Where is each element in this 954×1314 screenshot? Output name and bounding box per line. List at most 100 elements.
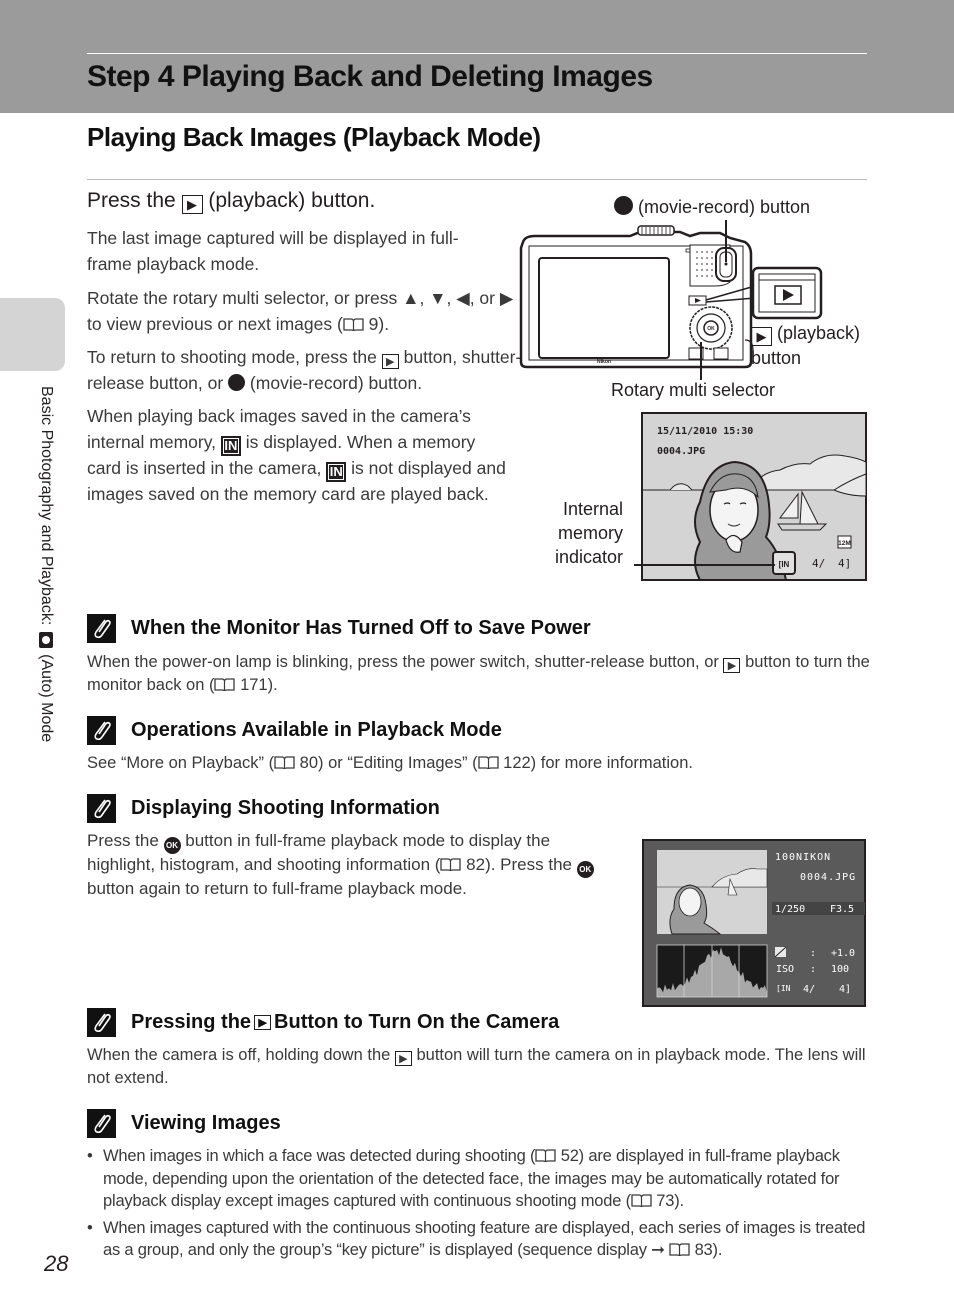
note-paperclip-icon: [87, 1109, 116, 1138]
playback-icon: ▶: [723, 658, 741, 673]
svg-text::: :: [810, 964, 816, 975]
movie-record-icon: [614, 196, 633, 215]
section-title: Playing Back Images (Playback Mode): [87, 122, 541, 152]
side-label-text-2: (Auto) Mode: [38, 649, 55, 743]
note-text-3: 171).: [235, 675, 278, 694]
note-body: When the power-on lamp is blinking, pres…: [87, 651, 872, 696]
note-body: See “More on Playback” ( 80) or “Editing…: [87, 752, 872, 775]
info-counter-current: 4/: [803, 984, 815, 995]
playback-counter-total: 4]: [838, 557, 851, 570]
rotary-label: Rotary multi selector: [611, 380, 776, 400]
playback-icon: ▶: [751, 327, 772, 346]
note-text-3: 122) for more information.: [498, 754, 693, 772]
step-heading-text-2: (playback) button.: [202, 189, 376, 212]
iso-value: 100: [831, 964, 849, 975]
svg-text::: :: [810, 948, 816, 959]
note-text: Press the: [87, 831, 164, 850]
list-item: When images in which a face was detected…: [87, 1145, 867, 1213]
header-rule: [87, 53, 867, 54]
chapter-side-tab[interactable]: [0, 298, 65, 371]
note-text: When the power-on lamp is blinking, pres…: [87, 653, 724, 671]
playback-screen-illustration: 15/11/2010 15:30 0004.JPG 12M [IN 4/ 4]: [641, 412, 867, 581]
note-paperclip-icon: [87, 794, 116, 823]
bullet-text-2: 83).: [690, 1241, 723, 1259]
delete-button: [713, 347, 729, 360]
callout-line: memory: [557, 523, 623, 543]
note-title: Pressing the: [131, 1011, 252, 1033]
playback-icon: ▶: [254, 1015, 272, 1030]
camera-icon: [39, 631, 53, 648]
note-paperclip-icon: [87, 614, 116, 643]
chapter-title: Step 4 Playing Back and Deleting Images: [87, 60, 653, 93]
book-icon: [214, 677, 236, 691]
ok-button-icon: OK: [576, 861, 594, 878]
note-text-3: 82). Press the: [461, 855, 577, 874]
step-heading: Press the ▶ (playback) button.: [87, 189, 375, 214]
note-heading: Viewing Images: [87, 1109, 281, 1138]
book-icon: [631, 1194, 652, 1207]
ok-button-icon: OK: [163, 837, 181, 854]
zoom-lever: [637, 225, 675, 236]
movie-record-label: (movie-record) button: [633, 197, 811, 217]
p3-text: To return to shooting mode, press the: [87, 347, 382, 367]
folder-name: 100NIKON: [775, 852, 831, 863]
book-icon: [274, 756, 295, 769]
section-rule: [87, 179, 867, 180]
info-filename: 0004.JPG: [800, 872, 856, 883]
svg-text:[IN: [IN: [779, 560, 790, 569]
playback-datetime: 15/11/2010 15:30: [657, 426, 753, 437]
callout-line: Internal: [562, 499, 623, 519]
step-heading-text: Press the: [87, 189, 182, 212]
info-counter-total: 4]: [839, 984, 851, 995]
internal-memory-icon: IN: [326, 461, 347, 482]
note-heading: Operations Available in Playback Mode: [87, 716, 502, 745]
movie-record-callout: (movie-record) button: [614, 196, 810, 218]
internal-memory-icon: IN: [220, 435, 241, 456]
list-item: When images captured with the continuous…: [87, 1217, 867, 1262]
monitor-screen: [538, 257, 670, 359]
bullet-text-3: 73).: [651, 1192, 684, 1210]
brand-logo: Nikon: [597, 359, 611, 365]
playback-label-2: button: [751, 348, 802, 368]
page-number: 28: [44, 1251, 69, 1276]
note-heading: Displaying Shooting Information: [87, 794, 440, 823]
p3-text-3: (movie-record) button.: [245, 372, 423, 393]
book-icon: [669, 1243, 690, 1256]
playback-counter-current: 4/: [812, 557, 825, 570]
chapter-header-band: [0, 0, 954, 113]
playback-button-callout: ▶ (playback) button: [751, 321, 860, 371]
paragraph-internal-memory: When playing back images saved in the ca…: [87, 404, 507, 507]
svg-text:OK: OK: [707, 326, 715, 332]
note-title-2: Button to Turn On the Camera: [274, 1011, 560, 1033]
note-title: Operations Available in Playback Mode: [131, 719, 502, 741]
paragraph-return: To return to shooting mode, press the ▶ …: [87, 345, 527, 396]
internal-memory-indicator: [IN: [776, 984, 791, 993]
note-text-2: 80) or “Editing Images” (: [295, 754, 478, 772]
p2-text: Rotate the rotary multi selector, or pre…: [87, 288, 403, 308]
note-title: Displaying Shooting Information: [131, 797, 440, 819]
viewing-images-list: When images in which a face was detected…: [87, 1145, 867, 1266]
movie-record-icon: [228, 373, 246, 391]
callout-line: indicator: [554, 547, 623, 567]
iso-label: ISO: [776, 964, 794, 975]
book-icon: [535, 1149, 556, 1162]
exposure-comp-value: +1.0: [831, 948, 855, 959]
internal-memory-callout: Internal memory indicator: [543, 497, 623, 569]
p2-text-3: 9).: [363, 313, 390, 334]
note-title: Viewing Images: [131, 1112, 281, 1134]
playback-filename: 0004.JPG: [657, 446, 705, 457]
book-icon: [440, 858, 462, 871]
side-chapter-label: Basic Photography and Playback: (Auto) M…: [37, 386, 55, 742]
shutter-speed: 1/250: [775, 904, 805, 915]
note-paperclip-icon: [87, 1008, 116, 1037]
playback-icon: ▶: [394, 1051, 412, 1066]
note-body: When the camera is off, holding down the…: [87, 1044, 872, 1089]
note-text: See “More on Playback” (: [87, 754, 275, 772]
paragraph-last-image: The last image captured will be displaye…: [87, 228, 459, 274]
playback-icon: ▶: [181, 195, 203, 214]
svg-text:12M: 12M: [838, 540, 851, 547]
note-title: When the Monitor Has Turned Off to Save …: [131, 617, 591, 639]
note-heading: When the Monitor Has Turned Off to Save …: [87, 614, 591, 643]
note-text-4: button again to return to full-frame pla…: [87, 879, 467, 898]
side-label-text: Basic Photography and Playback:: [38, 386, 55, 630]
